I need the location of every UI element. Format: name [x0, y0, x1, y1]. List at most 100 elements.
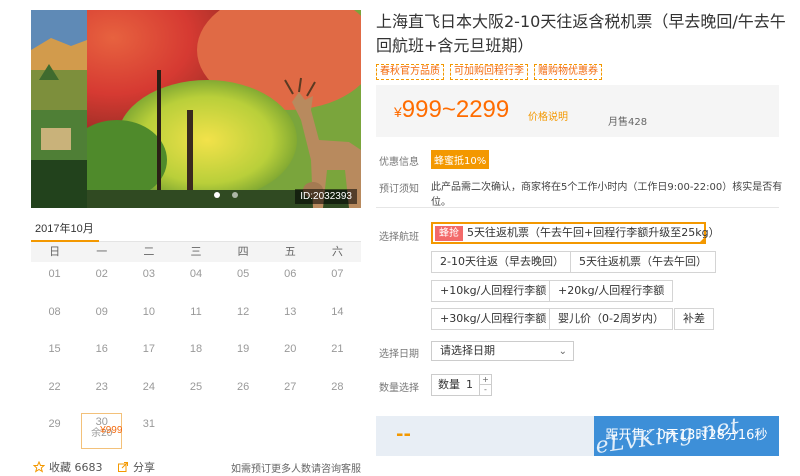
favorite-count: 收藏 6683 [49, 461, 103, 474]
active-tab-underline [31, 240, 99, 242]
calendar-day[interactable]: 05 [220, 262, 267, 300]
price-range: ¥999~2299 [394, 96, 509, 124]
total-price: -- [396, 424, 411, 445]
price-range-value: 999~2299 [401, 96, 510, 123]
calendar-day[interactable]: 17 [125, 337, 172, 375]
photo-id-label: ID:2032393 [295, 189, 357, 204]
share-label: 分享 [133, 461, 155, 474]
selected-corner-icon [699, 237, 705, 243]
gallery-thumbnail[interactable] [31, 10, 87, 208]
calendar-day[interactable]: 31 [125, 412, 172, 450]
quantity-prefix: 数量 [438, 378, 460, 391]
calendar-day[interactable]: 29 [31, 412, 78, 450]
calendar-day[interactable]: 10 [125, 300, 172, 338]
calendar-day[interactable]: 21 [314, 337, 361, 375]
calendar-day[interactable]: 12 [220, 300, 267, 338]
calendar-tabbar: 2017年10月 [31, 214, 361, 242]
booking-note: 如需预订更多人数请咨询客服 [231, 464, 361, 475]
date-select[interactable]: 请选择日期 ⌄ [431, 341, 574, 361]
date-select-value: 请选择日期 [440, 344, 495, 357]
calendar-days: 01 02 03 04 05 06 07 08 09 10 11 12 13 1… [31, 262, 361, 450]
flight-option[interactable]: 5天往返机票（午去午回） [570, 251, 716, 273]
calendar-day[interactable]: 15 [31, 337, 78, 375]
flight-option[interactable]: +30kg/人回程行李额 [431, 308, 556, 330]
flight-option[interactable]: 2-10天往返（早去晚回） [431, 251, 573, 273]
countdown-buy-button[interactable]: 距开售：0天13时28分16秒 [594, 416, 779, 456]
calendar-month-tab[interactable]: 2017年10月 [35, 220, 99, 236]
flight-option[interactable]: +20kg/人回程行李额 [549, 280, 674, 302]
deer-autumn-image [87, 10, 361, 208]
monthly-sales: 月售428 [608, 117, 648, 128]
currency-symbol: ¥ [394, 104, 402, 120]
calendar-day[interactable]: 03 [125, 262, 172, 300]
weekday-label: 二 [143, 245, 155, 258]
calendar-day-selected[interactable]: 30 ¥999 余20 [81, 413, 122, 449]
hot-badge: 蜂抢 [435, 226, 463, 241]
selected-day-price: ¥999 [100, 425, 123, 436]
product-tag: 春秋官方品质 [376, 64, 444, 80]
booking-notice: 此产品需二次确认，商家将在5个工作小时内（工作日9:00-22:00）核实是否有… [431, 182, 783, 208]
carousel-dot[interactable] [232, 192, 238, 198]
calendar-day[interactable]: 18 [172, 337, 219, 375]
share-button[interactable]: 分享 [117, 459, 155, 475]
flight-option-label: 5天往返机票（午去午回+回程行李额升级至25kg） [467, 226, 720, 239]
calendar-day[interactable]: 26 [220, 375, 267, 413]
promo-label: 优惠信息 [379, 157, 419, 168]
quantity-stepper: 数量 1 + - [431, 374, 492, 396]
calendar-day[interactable]: 11 [172, 300, 219, 338]
bottom-actions: 收藏 6683 分享 如需预订更多人数请咨询客服 [31, 456, 361, 476]
main-photo[interactable]: ID:2032393 [87, 10, 361, 208]
calendar-day[interactable]: 01 [31, 262, 78, 300]
product-tags: 春秋官方品质 可加购回程行李 赠购物优惠券 [376, 64, 602, 80]
weekday-label: 日 [49, 245, 61, 258]
calendar-day[interactable]: 02 [78, 262, 125, 300]
weekday-label: 六 [331, 245, 343, 258]
product-tag: 可加购回程行李 [450, 64, 528, 80]
calendar-day[interactable]: 28 [314, 375, 361, 413]
quantity-decrease-button[interactable]: - [479, 385, 491, 395]
favorite-button[interactable]: 收藏 6683 [33, 459, 103, 475]
calendar-day[interactable]: 04 [172, 262, 219, 300]
buy-bar: -- 距开售：0天13时28分16秒 [376, 416, 779, 456]
calendar-day[interactable]: 13 [267, 300, 314, 338]
quantity-label: 数量选择 [379, 383, 419, 394]
flight-option[interactable]: 婴儿价（0-2周岁内） [549, 308, 673, 330]
promo-badge: 蜂蜜抵10% [431, 150, 490, 169]
calendar-day[interactable]: 19 [220, 337, 267, 375]
calendar-day[interactable]: 23 [78, 375, 125, 413]
flight-option[interactable]: 补差 [674, 308, 714, 330]
share-icon [118, 462, 128, 472]
weekday-label: 三 [190, 245, 202, 258]
calendar-day[interactable]: 16 [78, 337, 125, 375]
quantity-increase-button[interactable]: + [479, 375, 491, 385]
calendar-day[interactable]: 27 [267, 375, 314, 413]
calendar-day[interactable]: 06 [267, 262, 314, 300]
calendar-day[interactable]: 22 [31, 375, 78, 413]
weekday-label: 四 [237, 245, 249, 258]
flight-option[interactable]: +10kg/人回程行李额 [431, 280, 556, 302]
price-box: ¥999~2299 价格说明 月售428 [376, 85, 779, 137]
star-icon [33, 461, 45, 473]
calendar-day[interactable]: 14 [314, 300, 361, 338]
calendar-day[interactable]: 09 [78, 300, 125, 338]
chevron-down-icon: ⌄ [558, 346, 567, 357]
calendar-day[interactable]: 25 [172, 375, 219, 413]
price-note-link[interactable]: 价格说明 [528, 108, 568, 123]
calendar-day[interactable]: 20 [267, 337, 314, 375]
calendar-weekday-header: 日 一 二 三 四 五 六 [31, 242, 361, 262]
weekday-label: 五 [284, 245, 296, 258]
date-label: 选择日期 [379, 349, 419, 360]
calendar-day[interactable]: 08 [31, 300, 78, 338]
weekday-label: 一 [96, 245, 108, 258]
flight-label: 选择航班 [379, 232, 419, 243]
flight-option-selected[interactable]: 蜂抢 5天往返机票（午去午回+回程行李额升级至25kg） [431, 222, 720, 244]
quantity-value[interactable]: 1 [466, 378, 473, 391]
calendar-day[interactable]: 07 [314, 262, 361, 300]
product-tag: 赠购物优惠券 [534, 64, 602, 80]
notice-label: 预订须知 [379, 184, 419, 195]
carousel-dot[interactable] [214, 192, 220, 198]
thumbnail-image [31, 10, 87, 208]
product-gallery: ID:2032393 [31, 10, 361, 208]
calendar-day[interactable]: 24 [125, 375, 172, 413]
date-calendar: 2017年10月 日 一 二 三 四 五 六 01 02 03 04 05 06… [31, 214, 361, 452]
